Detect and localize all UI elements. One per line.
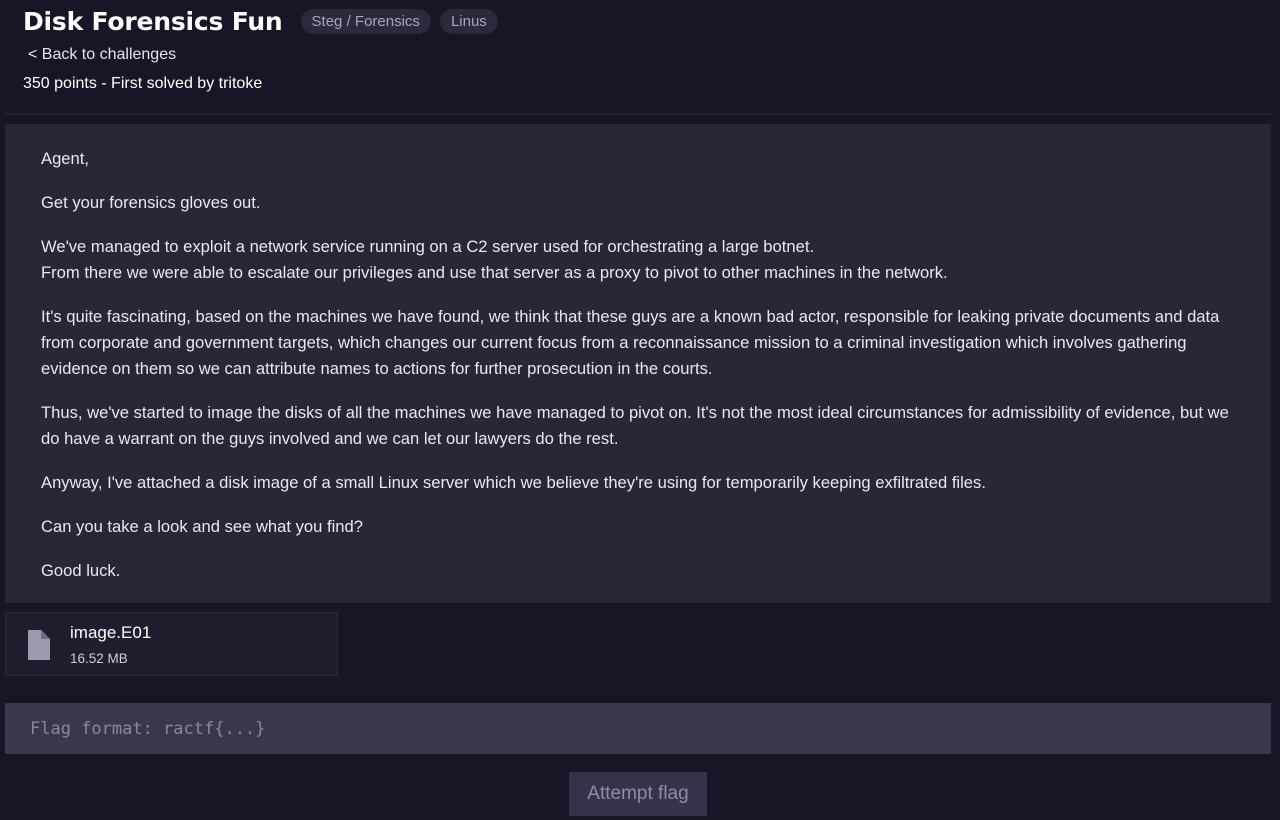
author-tag[interactable]: Linus — [439, 8, 498, 34]
file-name: image.E01 — [70, 623, 152, 642]
challenge-meta: 350 points - First solved by tritoke — [23, 75, 263, 92]
description-paragraph: Anyway, I've attached a disk image of a … — [41, 473, 986, 492]
description-paragraph: We've managed to exploit a network servi… — [41, 237, 948, 282]
description-paragraph: Agent, — [41, 149, 89, 168]
description-paragraph: Thus, we've started to image the disks o… — [41, 403, 1229, 448]
page-title: Disk Forensics Fun — [23, 6, 283, 36]
file-download[interactable]: image.E01 16.52 MB — [5, 612, 338, 676]
flag-input[interactable] — [5, 703, 1271, 754]
description-paragraph: Get your forensics gloves out. — [41, 193, 261, 212]
attempt-flag-button[interactable]: Attempt flag — [569, 772, 707, 816]
description-paragraph: It's quite fascinating, based on the mac… — [41, 307, 1220, 378]
back-to-challenges-link[interactable]: < Back to challenges — [28, 46, 176, 64]
challenge-description: Agent, Get your forensics gloves out. We… — [5, 124, 1271, 603]
challenge-header: Disk Forensics Fun Steg / Forensics Linu… — [23, 0, 1263, 92]
title-row: Disk Forensics Fun Steg / Forensics Linu… — [23, 0, 1263, 42]
description-paragraph: Good luck. — [41, 561, 121, 580]
divider — [5, 113, 1272, 115]
description-paragraph: Can you take a look and see what you fin… — [41, 517, 363, 536]
file-size: 16.52 MB — [70, 651, 128, 666]
file-icon — [28, 630, 50, 660]
category-tag[interactable]: Steg / Forensics — [300, 8, 431, 34]
